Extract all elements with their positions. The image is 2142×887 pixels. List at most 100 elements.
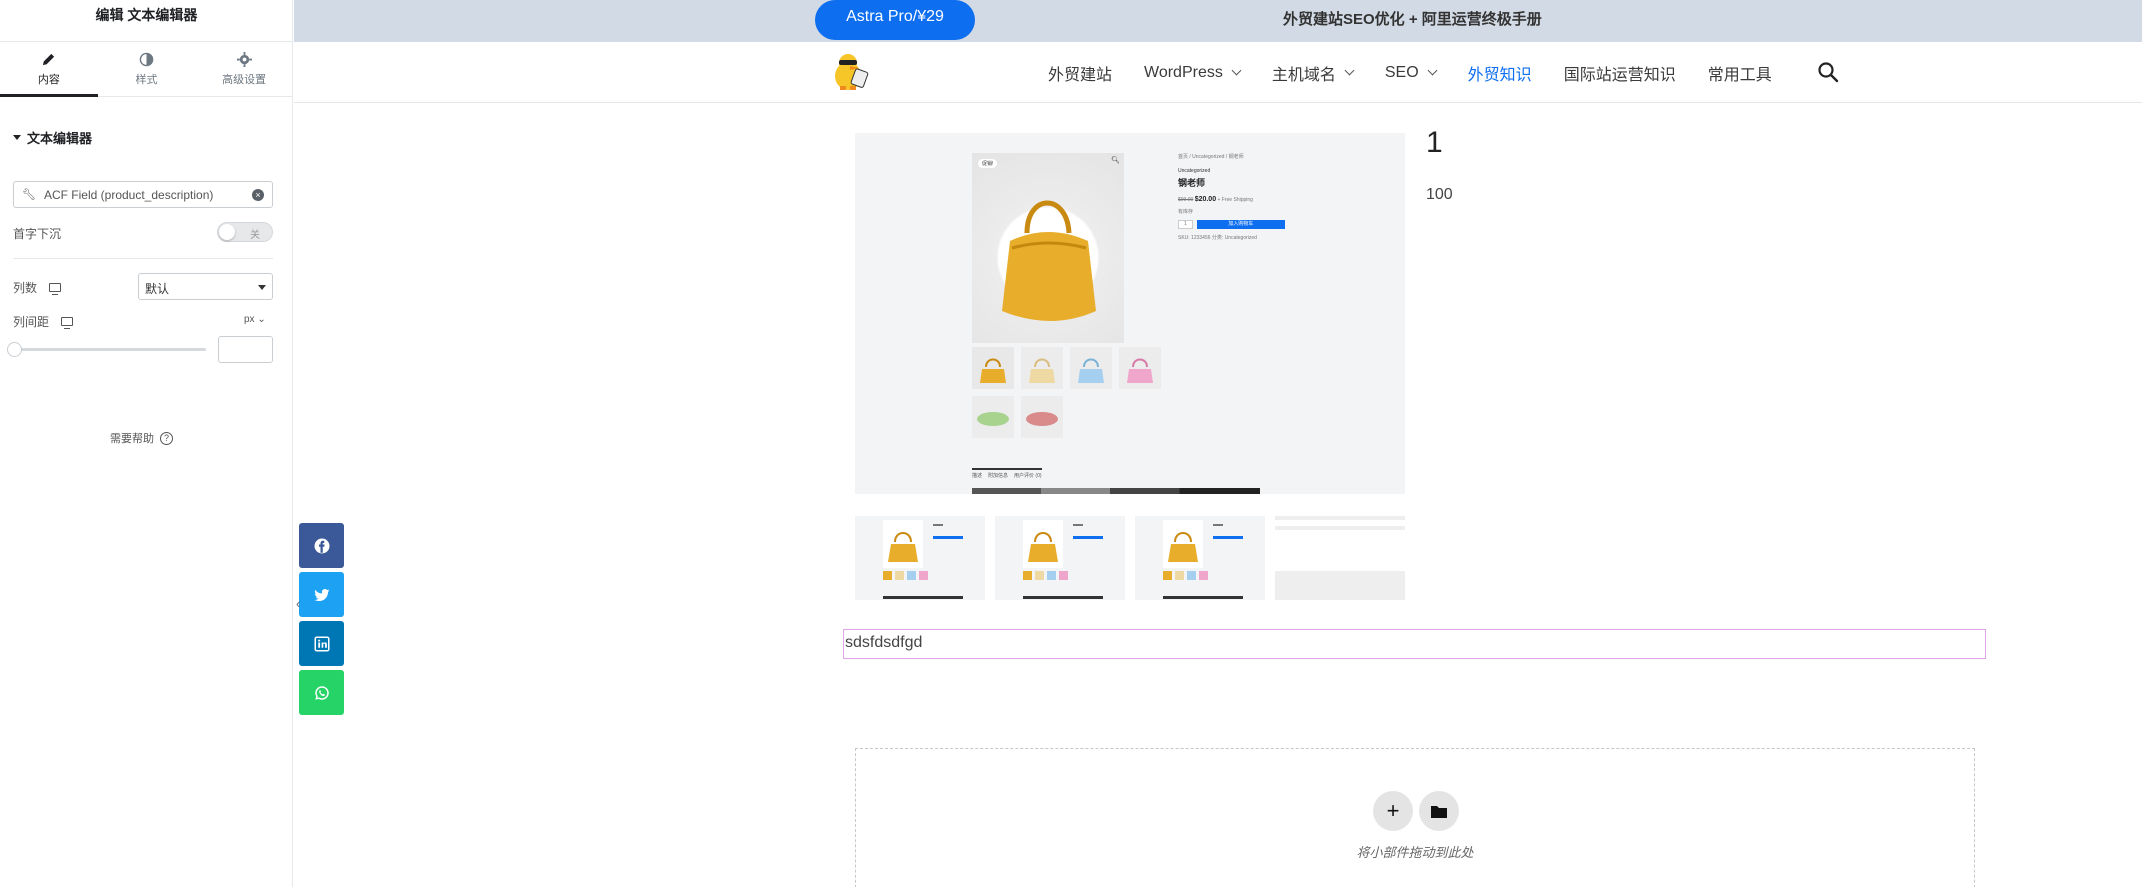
site-logo[interactable] xyxy=(826,50,872,96)
mock-name: 钢老师 xyxy=(1178,178,1206,188)
chevron-down-icon xyxy=(1344,65,1355,76)
wrench-icon: 🔧︎ xyxy=(22,189,36,201)
search-icon[interactable] xyxy=(1817,61,1839,83)
panel-tabs: 内容 样式 高级设置 xyxy=(0,42,293,97)
remove-icon[interactable]: × xyxy=(252,188,264,201)
handbag-icon xyxy=(1023,520,1103,599)
caret-down-icon xyxy=(13,135,21,140)
astra-pro-button[interactable]: Astra Pro/¥29 xyxy=(815,0,975,40)
product-title: 1 xyxy=(1426,126,1443,159)
gallery-thumb[interactable] xyxy=(855,516,985,600)
mock-thumb-beige xyxy=(1021,347,1063,389)
mock-thumb-red xyxy=(1021,396,1063,438)
gallery-thumb[interactable] xyxy=(1275,516,1405,600)
mock-thumb-green xyxy=(972,396,1014,438)
columns-label: 列数 xyxy=(13,281,38,295)
handbag-icon xyxy=(1127,358,1153,383)
dynamic-field-label: ACF Field (product_description) xyxy=(43,187,214,202)
nav-item-waimao-jianzhan[interactable]: 外贸建站 xyxy=(1048,61,1112,85)
nav-item-wordpress[interactable]: WordPress xyxy=(1144,63,1242,82)
promo-link[interactable]: 外贸建站SEO优化 + 阿里运营终极手册 xyxy=(1283,8,1542,29)
product-price: 100 xyxy=(1426,186,1453,203)
zoom-icon: 🔍︎ xyxy=(1111,157,1120,164)
twitter-share-button[interactable] xyxy=(299,572,344,617)
columns-select[interactable]: 默认 xyxy=(138,273,273,300)
folder-icon xyxy=(1431,805,1447,818)
mock-category: Uncategorized xyxy=(1178,167,1211,174)
handbag-icon xyxy=(1002,200,1096,321)
mock-thumb-pink xyxy=(1119,347,1161,389)
section-text-editor[interactable]: 文本编辑器 xyxy=(13,128,92,147)
column-gap-slider[interactable] xyxy=(7,342,206,357)
mock-tab: 用户评价 (0) xyxy=(1014,473,1042,479)
thumb-placeholder-line xyxy=(1275,516,1405,520)
chevron-down-icon xyxy=(1231,65,1242,76)
facebook-icon xyxy=(314,538,329,553)
tab-style[interactable]: 样式 xyxy=(98,42,196,96)
columns-row: 列数 xyxy=(13,279,62,296)
nav-item-tools[interactable]: 常用工具 xyxy=(1708,61,1772,85)
tab-content[interactable]: 内容 xyxy=(0,42,98,97)
unit-value: px xyxy=(244,314,255,325)
gallery-thumb[interactable] xyxy=(1135,516,1265,600)
mock-tabs: 描述 附加信息 用户评价 (0) xyxy=(972,468,1042,479)
drop-area-text: 将小部件拖动到此处 xyxy=(1356,845,1474,860)
mock-image-strip xyxy=(972,488,1260,494)
product-main-image[interactable]: 促销! 🔍︎ 首页 / Uncategorized / 钢老师 Uncatego… xyxy=(855,133,1405,494)
site-header: 外贸建站 WordPress 主机域名 SEO 外贸知识 国际站运营知识 常用工… xyxy=(294,42,2142,103)
desktop-icon[interactable] xyxy=(49,283,62,295)
drop-area: + 将小部件拖动到此处 xyxy=(855,748,1975,887)
mock-tab: 描述 xyxy=(972,473,983,479)
add-section-button[interactable]: + xyxy=(1373,791,1413,831)
whatsapp-icon xyxy=(314,685,329,700)
mock-summary: 首页 / Uncategorized / 钢老师 Uncategorized 钢… xyxy=(1178,154,1318,243)
contrast-icon xyxy=(139,52,154,66)
slider-handle[interactable] xyxy=(7,342,22,357)
nav-item-hosting-domain[interactable]: 主机域名 xyxy=(1271,61,1355,85)
unit-select[interactable]: px ⌄ xyxy=(244,314,266,325)
column-gap-input[interactable] xyxy=(218,336,273,363)
nav-item-trade-knowledge[interactable]: 外贸知识 xyxy=(1468,61,1532,85)
linkedin-share-button[interactable] xyxy=(299,621,344,666)
wallet-icon xyxy=(977,412,1009,426)
toggle-knob xyxy=(219,224,235,240)
thumb-placeholder-line xyxy=(1275,526,1405,530)
nav-label: WordPress xyxy=(1144,63,1223,81)
whatsapp-share-button[interactable] xyxy=(299,670,344,715)
tab-advanced[interactable]: 高级设置 xyxy=(195,42,293,96)
facebook-share-button[interactable] xyxy=(299,523,344,568)
nav-label: 主机域名 xyxy=(1271,66,1336,84)
mock-add-to-cart: 加入购物车 xyxy=(1196,219,1285,229)
handbag-icon xyxy=(980,358,1006,383)
editor-panel: 编辑 文本编辑器 内容 样式 高级设置 文本编辑器 🔧︎ ACF Field (… xyxy=(0,0,293,887)
plus-icon: + xyxy=(1386,798,1400,823)
desktop-icon[interactable] xyxy=(61,317,74,329)
tab-style-label: 样式 xyxy=(135,73,158,86)
mock-breadcrumb: 首页 / Uncategorized / 钢老师 xyxy=(1178,154,1244,160)
tab-content-label: 内容 xyxy=(37,73,60,86)
nav-item-intl-station[interactable]: 国际站运营知识 xyxy=(1564,61,1676,85)
template-library-button[interactable] xyxy=(1419,791,1459,831)
nav-item-seo[interactable]: SEO xyxy=(1385,64,1438,82)
linkedin-icon xyxy=(314,636,329,651)
column-gap-label: 列间距 xyxy=(13,315,50,329)
question-icon: ? xyxy=(160,431,173,445)
dynamic-field[interactable]: 🔧︎ ACF Field (product_description) × xyxy=(13,181,273,208)
twitter-icon xyxy=(314,588,329,601)
gallery-thumb[interactable] xyxy=(995,516,1125,600)
drop-cap-toggle[interactable]: 关 xyxy=(217,222,273,242)
bag-photo: 促销! 🔍︎ xyxy=(972,153,1124,343)
mock-thumb-blue xyxy=(1070,347,1112,389)
help-link[interactable]: 需要帮助 ? xyxy=(110,430,173,446)
mock-meta: SKU: 1233456 分类: Uncategorized xyxy=(1178,235,1257,241)
mock-shipping: + Free Shipping xyxy=(1217,196,1253,203)
nav-label: 常用工具 xyxy=(1707,66,1772,84)
chevron-left-icon[interactable]: ‹ xyxy=(296,596,300,611)
column-gap-row: 列间距 xyxy=(13,313,74,330)
wallet-icon xyxy=(1026,412,1058,426)
mock-tab: 附加信息 xyxy=(988,473,1009,479)
columns-value: 默认 xyxy=(145,282,170,296)
mock-new-price: $20.00 xyxy=(1194,195,1217,203)
chevron-down-icon xyxy=(1427,65,1438,76)
text-editor-widget[interactable]: sdsfdsdfgd xyxy=(843,629,1986,659)
